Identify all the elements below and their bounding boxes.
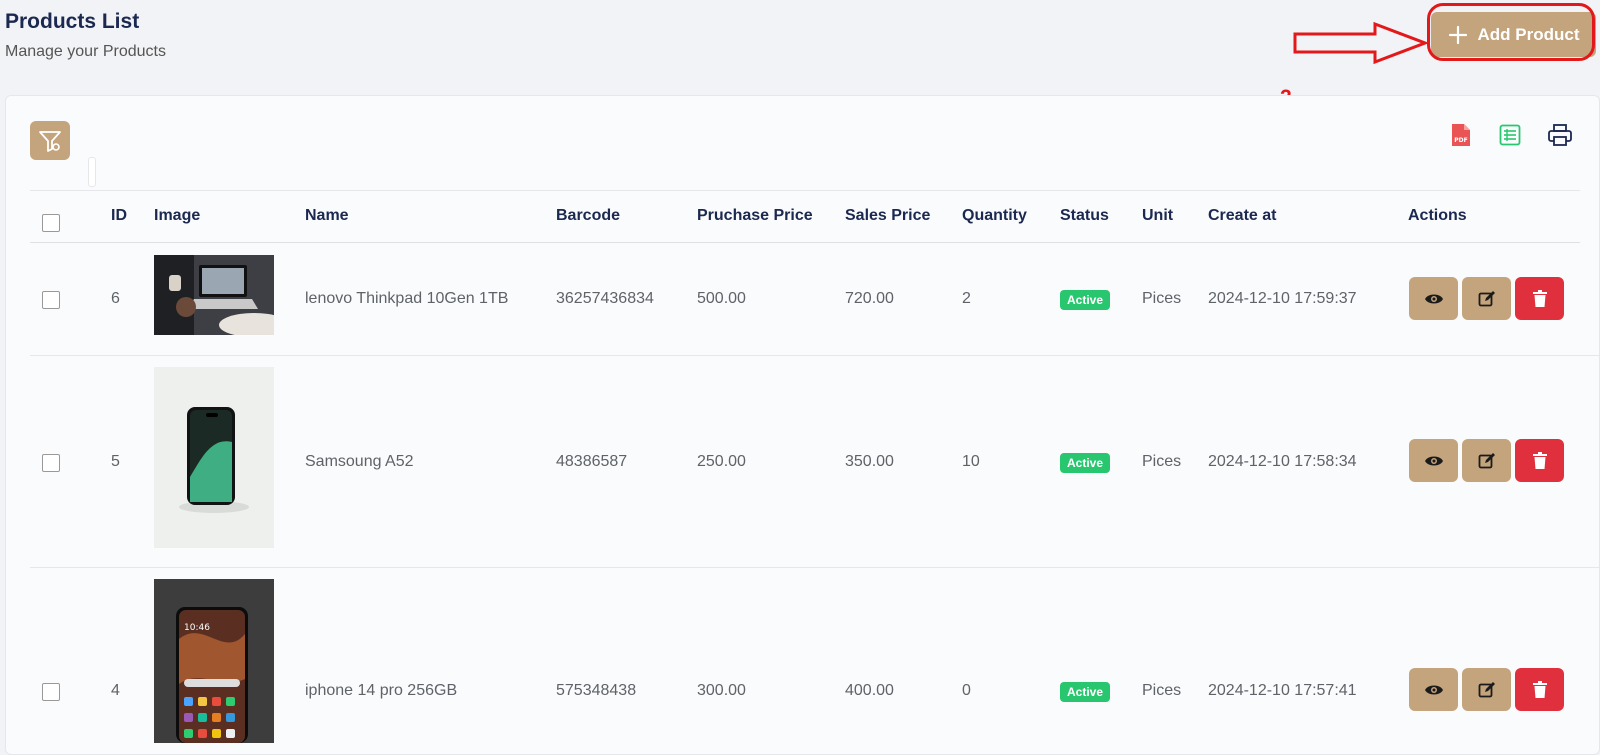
excel-icon — [1499, 124, 1521, 146]
column-header-status[interactable]: Status — [1060, 207, 1109, 225]
delete-button[interactable] — [1515, 277, 1564, 320]
phone-homescreen-photo: 10:46 — [154, 579, 274, 743]
edit-icon — [1478, 681, 1495, 697]
cell-name: lenovo Thinkpad 10Gen 1TB — [305, 290, 509, 307]
cell-quantity: 0 — [962, 682, 971, 699]
cell-unit: Pices — [1142, 453, 1182, 470]
view-button[interactable] — [1409, 668, 1458, 711]
column-header-created[interactable]: Create at — [1208, 207, 1276, 225]
trash-icon — [1532, 451, 1547, 469]
cell-sales-price: 400.00 — [845, 682, 894, 699]
product-image[interactable] — [154, 255, 274, 335]
cell-unit: Pices — [1142, 290, 1182, 307]
row-checkbox[interactable] — [42, 454, 60, 472]
cell-id: 6 — [111, 290, 120, 307]
page-subtitle: Manage your Products — [5, 43, 166, 60]
eye-icon — [1424, 685, 1443, 694]
edit-button[interactable] — [1462, 668, 1511, 711]
print-button[interactable] — [1546, 121, 1574, 149]
pdf-icon: PDF — [1452, 124, 1470, 146]
cell-created: 2024-12-10 17:57:41 — [1208, 682, 1357, 699]
laptop-photo — [154, 255, 274, 335]
product-image[interactable] — [154, 367, 274, 548]
column-header-barcode[interactable]: Barcode — [556, 207, 620, 225]
filter-toggle-handle[interactable] — [88, 157, 96, 187]
row-divider — [30, 567, 1600, 568]
trash-icon — [1532, 680, 1547, 698]
delete-button[interactable] — [1515, 439, 1564, 482]
filter-icon — [39, 130, 61, 152]
svg-text:10:46: 10:46 — [184, 623, 210, 633]
cell-id: 4 — [111, 682, 120, 699]
cell-barcode: 48386587 — [556, 453, 628, 470]
plus-icon — [1448, 25, 1467, 44]
print-icon — [1548, 124, 1572, 146]
cell-created: 2024-12-10 17:58:34 — [1208, 453, 1357, 470]
eye-icon — [1424, 456, 1443, 465]
select-all-checkbox[interactable] — [42, 214, 60, 232]
page-title: Products List — [5, 10, 140, 33]
column-header-id[interactable]: ID — [111, 207, 127, 225]
cell-purchase-price: 300.00 — [697, 682, 746, 699]
cell-id: 5 — [111, 453, 120, 470]
view-button[interactable] — [1409, 439, 1458, 482]
delete-button[interactable] — [1515, 668, 1564, 711]
phone-green-photo — [154, 367, 274, 548]
cell-name: Samsoung A52 — [305, 453, 414, 470]
column-header-actions: Actions — [1408, 207, 1467, 224]
cell-created: 2024-12-10 17:59:37 — [1208, 290, 1357, 307]
status-badge: Active — [1060, 682, 1111, 702]
row-divider — [30, 355, 1600, 356]
edit-button[interactable] — [1462, 277, 1511, 320]
row-checkbox[interactable] — [42, 683, 60, 701]
status-badge: Active — [1060, 453, 1111, 473]
column-header-name[interactable]: Name — [305, 207, 349, 225]
filter-button[interactable] — [30, 121, 70, 160]
column-header-sales-price[interactable]: Sales Price — [845, 207, 930, 225]
cell-purchase-price: 500.00 — [697, 290, 746, 307]
column-header-unit[interactable]: Unit — [1142, 207, 1173, 225]
cell-unit: Pices — [1142, 682, 1182, 699]
eye-icon — [1424, 294, 1443, 303]
edit-icon — [1478, 290, 1495, 306]
add-product-label: Add Product — [1477, 24, 1580, 44]
add-product-button[interactable]: Add Product — [1431, 12, 1596, 57]
trash-icon — [1532, 289, 1547, 307]
row-checkbox[interactable] — [42, 291, 60, 309]
cell-name: iphone 14 pro 256GB — [305, 682, 458, 699]
column-header-image[interactable]: Image — [154, 207, 200, 225]
cell-quantity: 10 — [962, 453, 980, 470]
svg-text:PDF: PDF — [1454, 137, 1467, 144]
export-excel-button[interactable] — [1496, 121, 1524, 149]
cell-barcode: 36257436834 — [556, 290, 654, 307]
edit-icon — [1478, 452, 1495, 468]
export-pdf-button[interactable]: PDF — [1447, 121, 1475, 149]
column-header-quantity[interactable]: Quantity — [962, 207, 1027, 225]
edit-button[interactable] — [1462, 439, 1511, 482]
product-image[interactable]: 10:46 — [154, 579, 274, 743]
view-button[interactable] — [1409, 277, 1458, 320]
status-badge: Active — [1060, 290, 1111, 310]
annotation-arrow — [1293, 21, 1429, 65]
cell-sales-price: 720.00 — [845, 290, 894, 307]
column-header-purchase-price[interactable]: Pruchase Price — [697, 207, 813, 225]
cell-sales-price: 350.00 — [845, 453, 894, 470]
cell-purchase-price: 250.00 — [697, 453, 746, 470]
cell-barcode: 575348438 — [556, 682, 637, 699]
cell-quantity: 2 — [962, 290, 971, 307]
